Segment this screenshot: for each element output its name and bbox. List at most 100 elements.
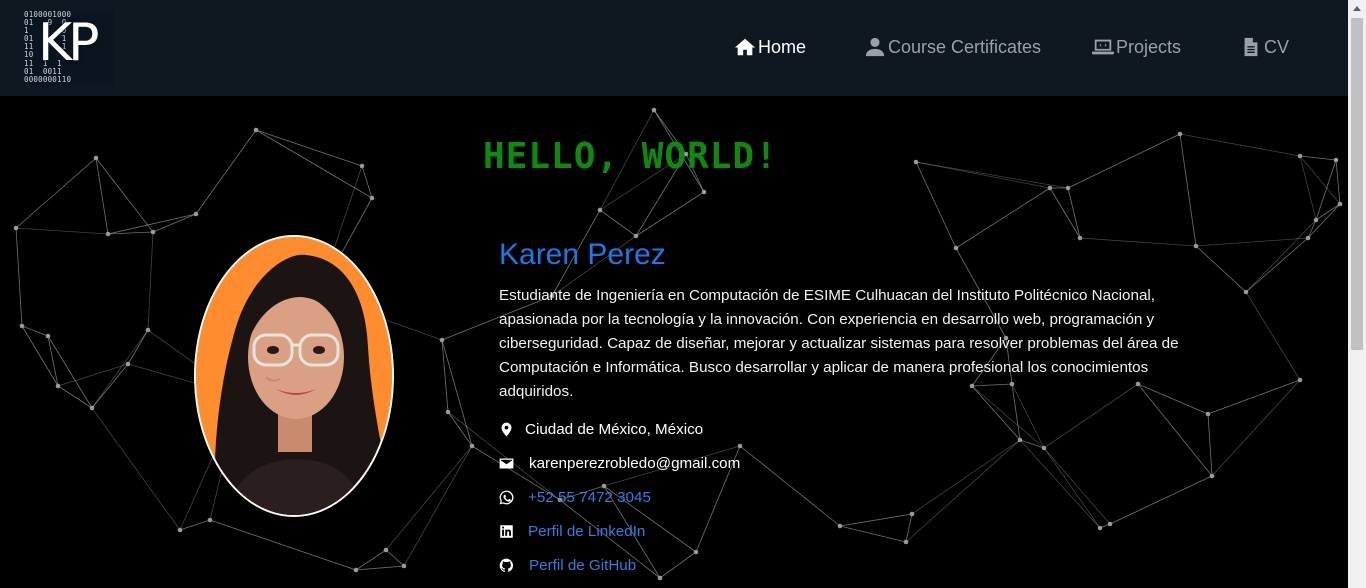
network-node <box>439 337 445 343</box>
network-node <box>105 231 111 237</box>
network-edge <box>147 231 154 331</box>
network-edge <box>1109 475 1213 525</box>
network-node <box>55 383 61 389</box>
network-edge <box>1067 133 1181 189</box>
network-node <box>693 549 699 555</box>
network-node <box>177 527 183 533</box>
network-edge <box>915 161 1051 189</box>
network-node <box>253 127 259 133</box>
network-node <box>193 211 199 217</box>
network-node <box>45 333 51 339</box>
network-node <box>1077 235 1083 241</box>
network-node <box>145 327 151 333</box>
network-edge <box>91 363 129 409</box>
network-edge <box>905 439 1021 543</box>
network-node <box>383 547 389 553</box>
network-edge <box>915 161 1069 189</box>
network-edge <box>1043 447 1101 529</box>
network-edge <box>57 385 93 409</box>
contact-location-text: Ciudad de México, México <box>525 421 704 438</box>
profile-portrait-illustration <box>196 237 392 515</box>
contact-github[interactable]: Perfil de GitHub <box>499 557 636 574</box>
profile-name: Karen Perez <box>499 238 666 271</box>
network-edge <box>21 325 59 387</box>
network-edge <box>1245 237 1309 293</box>
github-icon <box>499 558 514 573</box>
network-node <box>1205 411 1211 417</box>
profile-photo <box>194 235 394 517</box>
network-edge <box>1043 447 1111 525</box>
network-node <box>1193 243 1199 249</box>
network-edge <box>127 329 149 365</box>
network-node <box>1177 131 1183 137</box>
user-icon <box>865 37 885 57</box>
network-node <box>601 483 607 489</box>
network-node <box>1017 437 1023 443</box>
network-node <box>13 225 19 231</box>
network-edge <box>95 157 109 235</box>
network-edge <box>47 335 93 409</box>
network-edge <box>911 439 1021 515</box>
network-edge <box>1299 155 1337 161</box>
profile-bio: Estudiante de Ingeniería en Computación … <box>499 287 1179 400</box>
network-edge <box>1207 413 1213 477</box>
network-edge <box>1049 187 1081 239</box>
network-node <box>359 163 365 169</box>
network-edge <box>447 411 473 447</box>
network-edge <box>1335 159 1341 205</box>
file-icon <box>1244 37 1258 57</box>
network-edge <box>1207 379 1301 415</box>
network-edge <box>21 325 49 337</box>
navbar: 0100001000 01 9 0 1 0 01 1 11 1 10 0 11 … <box>0 0 1348 96</box>
nav-cv[interactable]: CV <box>1240 36 1289 58</box>
network-node <box>701 189 707 195</box>
nav-course-certificates-label: Course Certificates <box>888 36 1042 57</box>
contact-email: karenperezrobledo@gmail.com <box>499 455 740 472</box>
page-scrollbar[interactable] <box>1348 0 1366 588</box>
network-edge <box>355 549 387 571</box>
network-node <box>1243 289 1249 295</box>
network-edge <box>659 551 697 579</box>
network-node <box>401 563 407 569</box>
contact-linkedin-link[interactable]: Perfil de LinkedIn <box>528 523 645 540</box>
whatsapp-icon <box>499 490 514 505</box>
network-edge <box>255 129 373 199</box>
network-edge <box>1179 133 1197 247</box>
network-edge <box>195 129 257 215</box>
network-edge <box>1245 219 1317 293</box>
network-node <box>1313 217 1319 223</box>
network-edge <box>839 513 913 527</box>
network-node <box>207 517 213 523</box>
network-node <box>1305 235 1311 241</box>
contact-whatsapp-link[interactable]: +52 55 7472 3045 <box>528 489 651 506</box>
main-nav: Home Course Certificates Projects CV <box>0 36 1348 62</box>
network-edge <box>91 329 149 409</box>
network-edge <box>955 187 1051 249</box>
network-edge <box>179 519 211 531</box>
network-edge <box>15 227 109 235</box>
nav-projects[interactable]: Projects <box>1092 36 1181 58</box>
network-node <box>1041 445 1047 451</box>
scroll-up-arrow-icon[interactable] <box>1348 0 1366 16</box>
home-icon <box>734 38 756 56</box>
network-edge <box>1315 203 1341 221</box>
network-edge <box>1245 291 1301 381</box>
contact-github-link[interactable]: Perfil de GitHub <box>529 557 636 574</box>
network-node <box>1047 185 1053 191</box>
laptop-code-icon <box>1092 39 1114 55</box>
network-node <box>125 361 131 367</box>
network-edge <box>57 363 129 387</box>
network-edge <box>1079 237 1197 247</box>
network-node <box>903 539 909 545</box>
network-node <box>1337 201 1343 207</box>
network-edge <box>15 227 23 327</box>
network-edge <box>209 519 357 571</box>
network-node <box>953 245 959 251</box>
contact-location: Ciudad de México, México <box>499 421 703 438</box>
nav-course-certificates[interactable]: Course Certificates <box>864 36 1041 58</box>
scroll-thumb[interactable] <box>1351 18 1363 350</box>
contact-linkedin[interactable]: Perfil de LinkedIn <box>499 523 645 540</box>
envelope-icon <box>499 458 514 469</box>
nav-home[interactable]: Home <box>734 36 806 58</box>
contact-whatsapp[interactable]: +52 55 7472 3045 <box>499 489 651 506</box>
